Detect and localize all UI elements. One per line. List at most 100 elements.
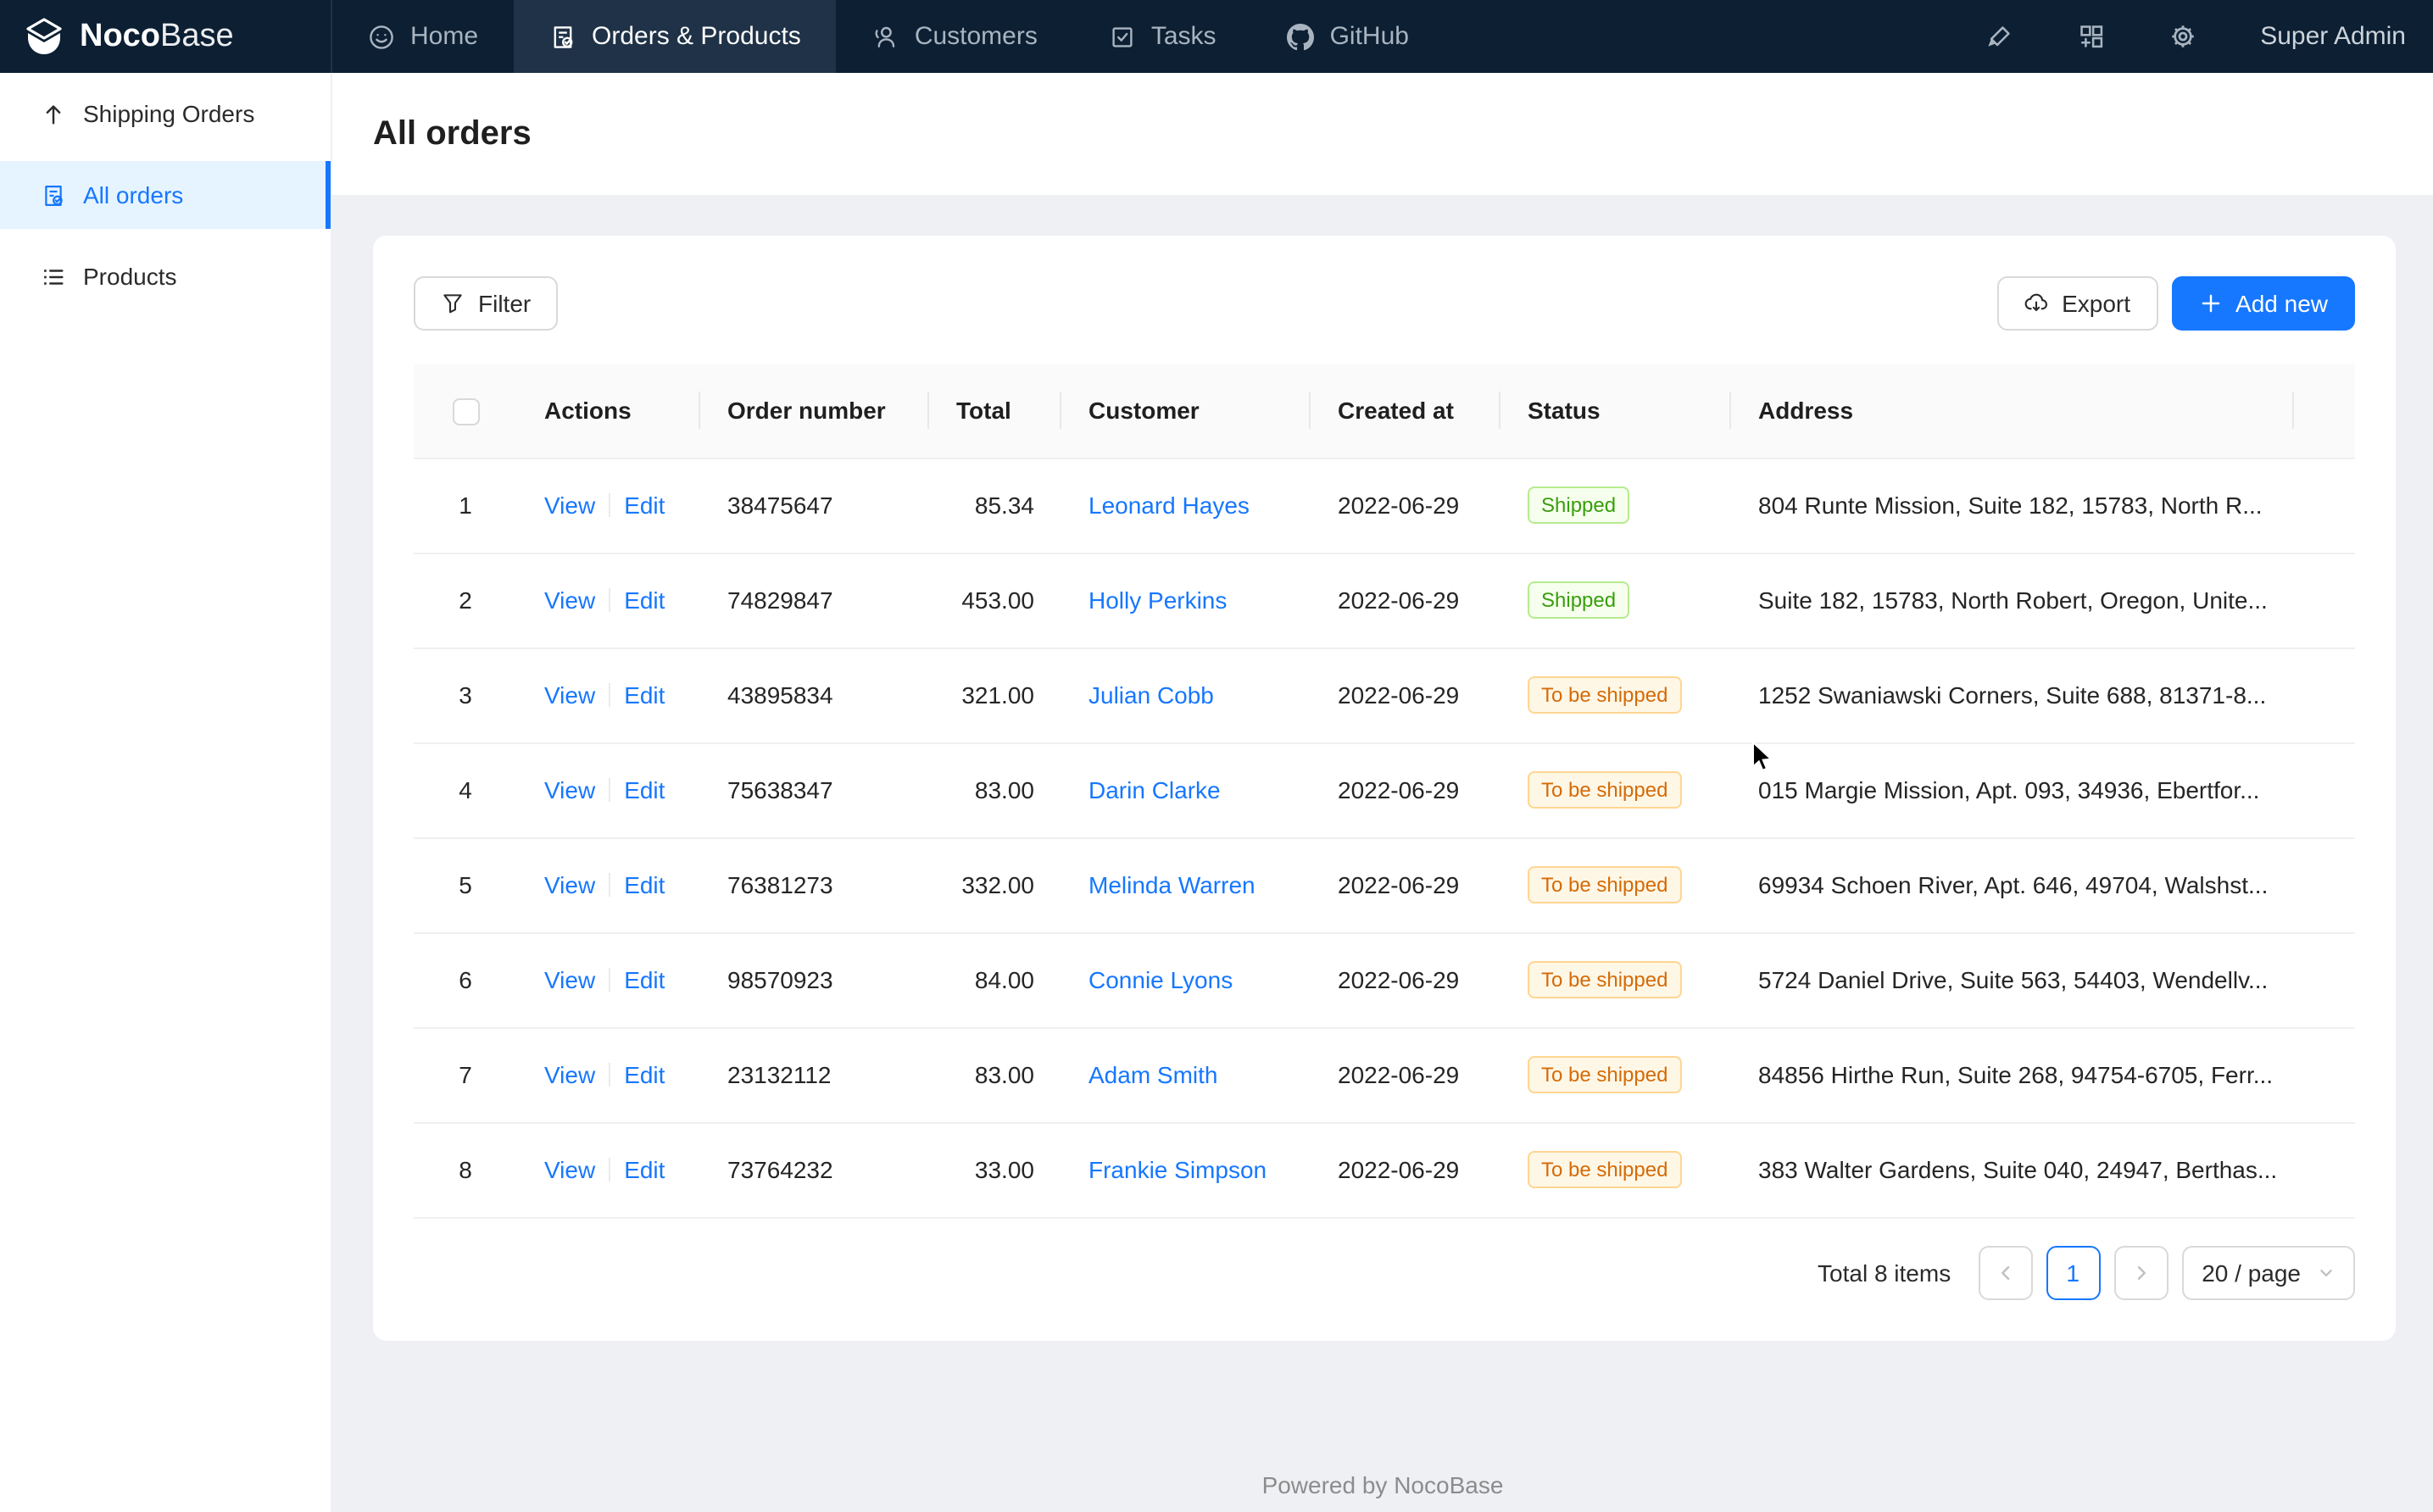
row-index-cell: 2 — [414, 553, 517, 648]
status-badge: To be shipped — [1528, 866, 1681, 903]
empty-cell — [2294, 837, 2355, 932]
table-toolbar: Filter Export — [414, 276, 2355, 331]
pagination-prev-button[interactable] — [1978, 1245, 2032, 1299]
view-link[interactable]: View — [544, 1061, 595, 1088]
main-area: All orders Filter — [332, 73, 2433, 1512]
total-cell: 453.00 — [929, 553, 1061, 648]
row-index-cell: 6 — [414, 932, 517, 1027]
nav-item-label: GitHub — [1330, 22, 1409, 51]
row-index: 3 — [459, 681, 472, 709]
status-cell: Shipped — [1500, 458, 1731, 553]
plugin-manager-button[interactable] — [2077, 22, 2106, 51]
order-number-cell: 73764232 — [700, 1122, 929, 1217]
ui-editor-button[interactable] — [1985, 22, 2014, 51]
customer-link[interactable]: Darin Clarke — [1088, 776, 1221, 803]
table-row: 8 ViewEdit 73764232 33.00 Frankie Simpso… — [414, 1122, 2355, 1217]
customer-link[interactable]: Adam Smith — [1088, 1061, 1218, 1088]
empty-cell — [2294, 742, 2355, 837]
sidebar-item-all-orders[interactable]: All orders — [0, 161, 331, 229]
edit-link[interactable]: Edit — [624, 871, 665, 898]
customer-cell: Connie Lyons — [1061, 932, 1311, 1027]
column-header-order-number: Order number — [700, 364, 929, 458]
pagination-total: Total 8 items — [1818, 1259, 1951, 1286]
settings-button[interactable] — [2169, 22, 2197, 51]
view-link[interactable]: View — [544, 1156, 595, 1183]
status-badge: To be shipped — [1528, 961, 1681, 998]
row-index: 8 — [459, 1156, 472, 1183]
nav-item-github[interactable]: GitHub — [1252, 0, 1445, 73]
nav-item-tasks[interactable]: Tasks — [1073, 0, 1252, 73]
nocobase-logo[interactable]: NocoBase — [0, 0, 332, 73]
order-number-cell: 76381273 — [700, 837, 929, 932]
edit-link[interactable]: Edit — [624, 681, 665, 709]
nav-item-home[interactable]: Home — [332, 0, 514, 73]
customer-link[interactable]: Julian Cobb — [1088, 681, 1214, 709]
actions-divider — [609, 493, 610, 517]
customer-link[interactable]: Melinda Warren — [1088, 871, 1255, 898]
smile-icon — [368, 23, 395, 50]
edit-link[interactable]: Edit — [624, 492, 665, 519]
customer-link[interactable]: Frankie Simpson — [1088, 1156, 1267, 1183]
created-at-cell: 2022-06-29 — [1311, 553, 1500, 648]
view-link[interactable]: View — [544, 776, 595, 803]
row-actions-cell: View Edit — [517, 648, 700, 742]
column-header-status: Status — [1500, 364, 1731, 458]
view-link[interactable]: View — [544, 586, 595, 614]
address-cell: 804 Runte Mission, Suite 182, 15783, Nor… — [1731, 458, 2294, 553]
page-size-select[interactable]: 20 / page — [2181, 1245, 2355, 1299]
table-row: 5 ViewEdit 76381273 332.00 Melinda Warre… — [414, 837, 2355, 932]
column-header-actions: Actions — [517, 364, 700, 458]
view-link[interactable]: View — [544, 492, 595, 519]
page-header: All orders — [332, 73, 2433, 195]
edit-link[interactable]: Edit — [624, 966, 665, 993]
nav-item-customers[interactable]: Customers — [837, 0, 1073, 73]
actions-divider — [609, 873, 610, 897]
pagination-next-button[interactable] — [2113, 1245, 2168, 1299]
nav-item-orders-products[interactable]: Orders & Products — [514, 0, 837, 73]
view-link[interactable]: View — [544, 966, 595, 993]
pagination-page-1[interactable]: 1 — [2046, 1245, 2100, 1299]
created-at-cell: 2022-06-29 — [1311, 837, 1500, 932]
select-all-checkbox[interactable] — [452, 398, 479, 425]
customer-link[interactable]: Connie Lyons — [1088, 966, 1233, 993]
order-number-cell: 43895834 — [700, 648, 929, 742]
view-link[interactable]: View — [544, 871, 595, 898]
sidebar-item-label: Shipping Orders — [83, 100, 254, 127]
select-all-header — [414, 364, 517, 458]
sidebar-item-products[interactable]: Products — [0, 242, 331, 310]
user-menu[interactable]: Super Admin — [2260, 22, 2406, 51]
edit-link[interactable]: Edit — [624, 1156, 665, 1183]
edit-link[interactable]: Edit — [624, 1061, 665, 1088]
row-index-cell: 3 — [414, 648, 517, 742]
cube-logo-icon — [22, 14, 66, 58]
table-header-row: Actions Order number Total Customer Crea… — [414, 364, 2355, 458]
edit-link[interactable]: Edit — [624, 586, 665, 614]
status-badge: To be shipped — [1528, 676, 1681, 714]
actions-divider — [609, 1158, 610, 1181]
github-icon — [1288, 23, 1315, 50]
total-cell: 321.00 — [929, 648, 1061, 742]
filter-button[interactable]: Filter — [414, 276, 558, 331]
row-index: 1 — [459, 492, 472, 519]
address-cell: 5724 Daniel Drive, Suite 563, 54403, Wen… — [1731, 932, 2294, 1027]
status-cell: To be shipped — [1500, 742, 1731, 837]
customer-link[interactable]: Holly Perkins — [1088, 586, 1227, 614]
column-header-empty — [2294, 364, 2355, 458]
navbar-actions: Super Admin — [1985, 0, 2433, 73]
actions-divider — [609, 1063, 610, 1087]
total-cell: 85.34 — [929, 458, 1061, 553]
page-title: All orders — [373, 114, 532, 153]
add-new-button[interactable]: Add new — [2171, 276, 2355, 331]
actions-divider — [609, 683, 610, 707]
sidebar-item-shipping-orders[interactable]: Shipping Orders — [0, 80, 331, 147]
sidebar-item-label: Products — [83, 263, 177, 290]
list-icon — [41, 264, 66, 289]
customer-link[interactable]: Leonard Hayes — [1088, 492, 1250, 519]
address-cell: 1252 Swaniawski Corners, Suite 688, 8137… — [1731, 648, 2294, 742]
edit-link[interactable]: Edit — [624, 776, 665, 803]
customer-cell: Adam Smith — [1061, 1027, 1311, 1122]
export-button[interactable]: Export — [1997, 276, 2157, 331]
row-actions-cell: View Edit — [517, 932, 700, 1027]
empty-cell — [2294, 458, 2355, 553]
view-link[interactable]: View — [544, 681, 595, 709]
